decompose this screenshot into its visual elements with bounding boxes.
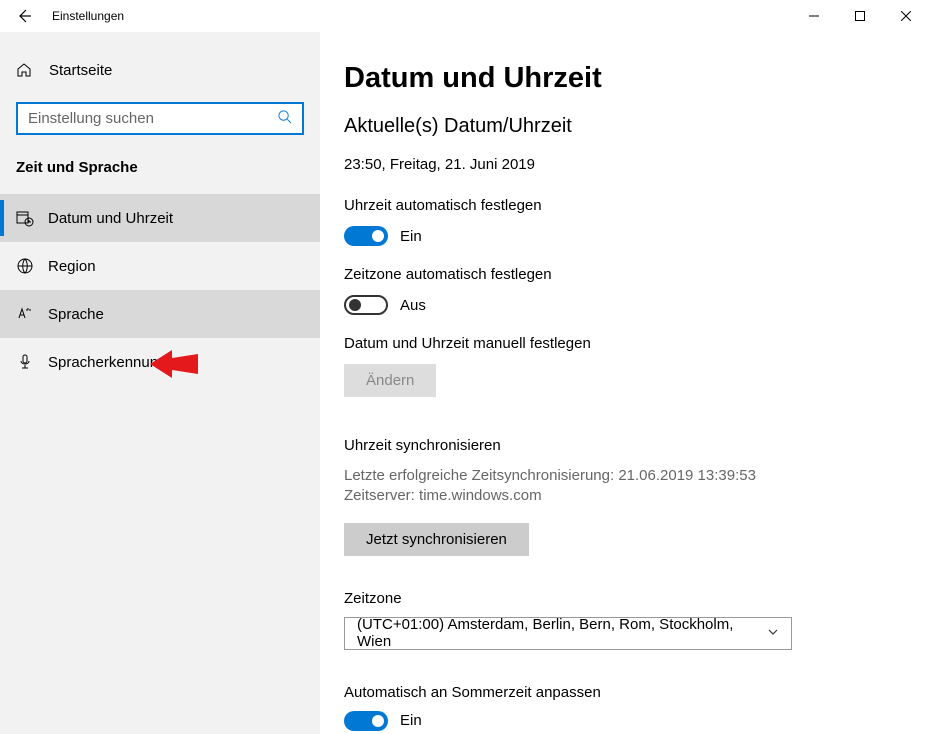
- timezone-dropdown[interactable]: (UTC+01:00) Amsterdam, Berlin, Bern, Rom…: [344, 617, 792, 650]
- dst-toggle[interactable]: [344, 711, 388, 731]
- current-datetime: 23:50, Freitag, 21. Juni 2019: [344, 156, 929, 173]
- container: Startseite Zeit und Sprache Datum und Uh…: [0, 32, 929, 734]
- language-icon: [16, 306, 34, 322]
- auto-time-label: Uhrzeit automatisch festlegen: [344, 197, 929, 214]
- minimize-button[interactable]: [791, 0, 837, 32]
- search-icon: [277, 109, 292, 129]
- change-button: Ändern: [344, 364, 436, 397]
- timezone-label: Zeitzone: [344, 590, 929, 607]
- sync-info: Letzte erfolgreiche Zeitsynchronisierung…: [344, 466, 929, 507]
- setting-auto-timezone: Zeitzone automatisch festlegen Aus: [344, 266, 929, 315]
- page-title: Datum und Uhrzeit: [344, 62, 929, 95]
- toggle-state: Aus: [400, 297, 426, 314]
- maximize-button[interactable]: [837, 0, 883, 32]
- manual-label: Datum und Uhrzeit manuell festlegen: [344, 335, 929, 352]
- back-button[interactable]: [0, 0, 48, 32]
- toggle-state: Ein: [400, 228, 422, 245]
- nav-item-region[interactable]: Region: [0, 242, 320, 290]
- globe-icon: [16, 258, 34, 274]
- sync-title: Uhrzeit synchronisieren: [344, 437, 929, 454]
- dst-label: Automatisch an Sommerzeit anpassen: [344, 684, 929, 701]
- titlebar: Einstellungen: [0, 0, 929, 32]
- setting-manual: Datum und Uhrzeit manuell festlegen Ände…: [344, 335, 929, 397]
- window-title: Einstellungen: [52, 9, 124, 23]
- nav-label: Region: [48, 258, 96, 275]
- window-controls: [791, 0, 929, 32]
- toggle-state: Ein: [400, 712, 422, 729]
- home-icon: [16, 62, 32, 78]
- timezone-value: (UTC+01:00) Amsterdam, Berlin, Bern, Rom…: [357, 616, 767, 650]
- microphone-icon: [16, 354, 34, 370]
- sidebar: Startseite Zeit und Sprache Datum und Uh…: [0, 32, 320, 734]
- auto-time-toggle[interactable]: [344, 226, 388, 246]
- setting-auto-time: Uhrzeit automatisch festlegen Ein: [344, 197, 929, 246]
- home-label: Startseite: [49, 62, 112, 79]
- nav-item-language[interactable]: Sprache: [0, 290, 320, 338]
- auto-timezone-toggle[interactable]: [344, 295, 388, 315]
- section-subtitle: Aktuelle(s) Datum/Uhrzeit: [344, 115, 929, 138]
- chevron-down-icon: [767, 625, 779, 642]
- search-box[interactable]: [16, 102, 304, 135]
- nav-item-speech[interactable]: Spracherkennung: [0, 338, 320, 386]
- sync-section: Uhrzeit synchronisieren Letzte erfolgrei…: [344, 437, 929, 556]
- category-header: Zeit und Sprache: [0, 135, 320, 194]
- calendar-clock-icon: [16, 209, 34, 227]
- nav-label: Spracherkennung: [48, 354, 166, 371]
- home-link[interactable]: Startseite: [0, 50, 320, 90]
- search-input[interactable]: [28, 105, 277, 133]
- nav-label: Datum und Uhrzeit: [48, 210, 173, 227]
- main-content: Datum und Uhrzeit Aktuelle(s) Datum/Uhrz…: [320, 32, 929, 734]
- nav-label: Sprache: [48, 306, 104, 323]
- sync-now-button[interactable]: Jetzt synchronisieren: [344, 523, 529, 556]
- close-button[interactable]: [883, 0, 929, 32]
- auto-timezone-label: Zeitzone automatisch festlegen: [344, 266, 929, 283]
- nav-item-datetime[interactable]: Datum und Uhrzeit: [0, 194, 320, 242]
